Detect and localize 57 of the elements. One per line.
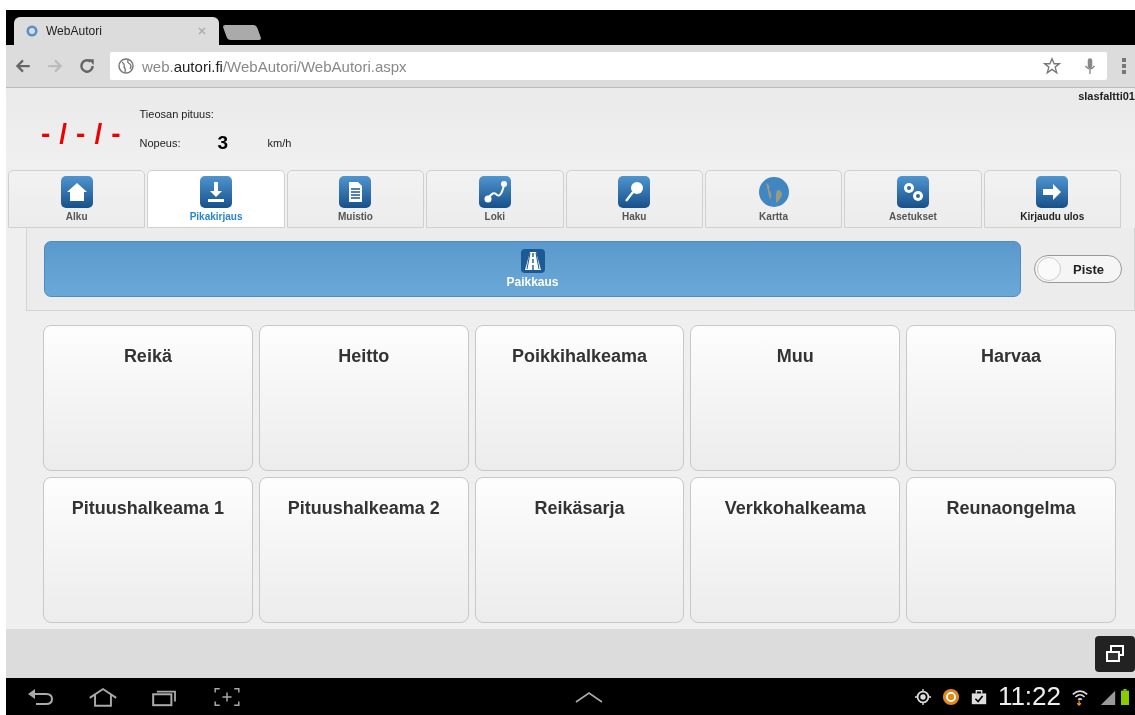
- defect-button[interactable]: Reikäsarja: [474, 477, 685, 623]
- window-button[interactable]: [1095, 636, 1135, 672]
- speed-unit: km/h: [267, 137, 292, 149]
- document-icon: [339, 176, 372, 208]
- globe-icon: [757, 176, 790, 208]
- screenshot-icon[interactable]: [212, 686, 242, 707]
- nav-tab[interactable]: Pikakirjaus: [147, 170, 285, 228]
- browser-tab[interactable]: WebAutori: [14, 17, 219, 45]
- defect-button[interactable]: Verkkohalkeama: [690, 477, 901, 623]
- position-readout: -/-/-: [41, 118, 130, 150]
- app-icon: [941, 687, 960, 706]
- battery-icon: [1121, 687, 1129, 706]
- defect-button[interactable]: Reunaongelma: [906, 477, 1116, 623]
- back-icon[interactable]: [26, 686, 56, 707]
- toggle-switch[interactable]: Piste: [1034, 255, 1122, 283]
- user-name: slasfaltti01: [1078, 90, 1135, 102]
- defect-button[interactable]: Muu: [690, 325, 901, 471]
- nav-tab[interactable]: Haku: [565, 170, 703, 228]
- home-icon: [60, 176, 93, 208]
- shopping-bag-icon: [969, 687, 988, 706]
- speed-value: 3: [217, 132, 230, 154]
- toggle-knob[interactable]: [1037, 257, 1061, 281]
- nav-tab[interactable]: Muistio: [286, 170, 425, 228]
- windows-icon: [1105, 644, 1125, 664]
- location-icon: [913, 687, 932, 706]
- globe-icon: [26, 25, 38, 37]
- menu-icon[interactable]: [1121, 57, 1127, 75]
- length-label: Tieosan pituus:: [139, 108, 215, 120]
- nav-tab[interactable]: Alku: [8, 170, 146, 228]
- defect-button[interactable]: Poikkihalkeama: [474, 325, 685, 471]
- search-icon: [618, 176, 651, 208]
- globe-icon: [118, 58, 134, 74]
- url-field[interactable]: web.autori.fi/WebAutori/WebAutori.aspx: [110, 52, 1107, 80]
- nav-tab[interactable]: Loki: [426, 170, 564, 228]
- route-icon: [478, 176, 511, 208]
- url-text: web.autori.fi/WebAutori/WebAutori.aspx: [142, 57, 407, 75]
- back-icon[interactable]: [14, 57, 32, 75]
- arrow-right-icon: [1036, 176, 1069, 208]
- defect-button[interactable]: Heitto: [258, 325, 469, 471]
- star-icon[interactable]: [1043, 57, 1061, 75]
- defect-button[interactable]: Reikä: [43, 325, 253, 471]
- nav-tab[interactable]: Asetukset: [844, 170, 982, 228]
- nav-tab[interactable]: Kirjaudu ulos: [983, 170, 1121, 228]
- nav-tab[interactable]: Kartta: [704, 170, 843, 228]
- home-icon[interactable]: [88, 686, 118, 707]
- reload-icon[interactable]: [78, 57, 96, 75]
- defect-button[interactable]: Pituushalkeama 1: [43, 477, 253, 623]
- road-icon: [520, 249, 545, 273]
- clock: 11:22: [997, 681, 1061, 712]
- new-tab-button[interactable]: [222, 25, 262, 40]
- wifi-icon: [1071, 687, 1089, 706]
- tab-title: WebAutori: [46, 24, 103, 38]
- defect-button[interactable]: Harvaa: [906, 325, 1116, 471]
- defect-button[interactable]: Pituushalkeama 2: [258, 477, 469, 623]
- speed-label: Nopeus:: [139, 137, 182, 149]
- gears-icon: [896, 176, 929, 208]
- download-icon: [200, 176, 233, 208]
